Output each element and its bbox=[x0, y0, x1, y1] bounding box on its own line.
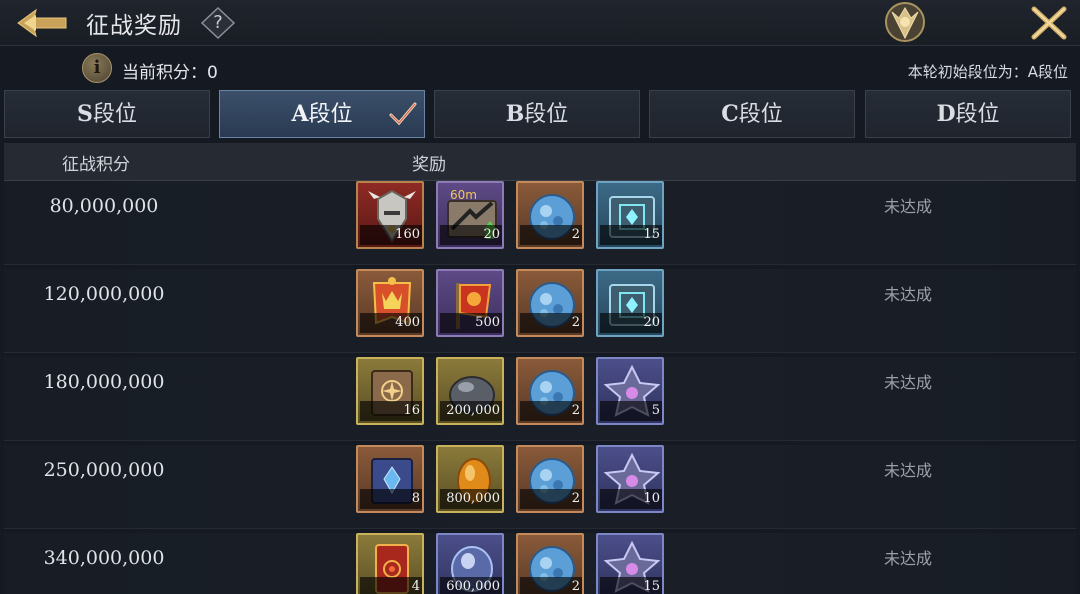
table-row: 180,000,000 16 200,000 2 5 未达成 bbox=[4, 357, 1076, 441]
page-title: 征战奖励 bbox=[86, 13, 182, 39]
reward-quantity: 20 bbox=[600, 313, 662, 333]
tab-letter: D bbox=[936, 101, 956, 127]
tab-suffix: 段位 bbox=[524, 102, 569, 127]
close-button[interactable] bbox=[1028, 3, 1070, 43]
reward-item[interactable]: 2 bbox=[516, 357, 584, 425]
reward-item[interactable]: 160 bbox=[356, 181, 424, 249]
tab-rank-b[interactable]: B段位 bbox=[434, 90, 640, 138]
reward-quantity: 4 bbox=[360, 577, 422, 594]
reward-items: 16 200,000 2 5 bbox=[356, 357, 676, 427]
column-rewards: 奖励 bbox=[412, 155, 446, 175]
column-points: 征战积分 bbox=[62, 155, 130, 175]
reward-item[interactable]: 15 bbox=[596, 181, 664, 249]
tab-letter: B bbox=[505, 101, 525, 127]
help-button[interactable]: ? bbox=[200, 6, 236, 40]
reward-item[interactable]: 60m 20 bbox=[436, 181, 504, 249]
reward-quantity: 15 bbox=[600, 225, 662, 245]
reward-quantity: 10 bbox=[600, 489, 662, 509]
reward-item[interactable]: 400 bbox=[356, 269, 424, 337]
tab-suffix: 段位 bbox=[92, 102, 137, 127]
current-score: 当前积分：0 bbox=[122, 63, 218, 83]
tab-rank-s[interactable]: S段位 bbox=[4, 90, 210, 138]
reward-items: 8 800,000 2 10 bbox=[356, 445, 676, 515]
initial-rank-text: 本轮初始段位为：A段位 bbox=[907, 63, 1068, 81]
reward-quantity: 5 bbox=[600, 401, 662, 421]
reward-quantity: 200,000 bbox=[440, 401, 502, 421]
reward-items: 4 600,000 2 15 bbox=[356, 533, 676, 594]
table-header: 征战积分 奖励 bbox=[4, 143, 1076, 181]
help-label: ? bbox=[213, 12, 223, 33]
checkmark-icon bbox=[389, 102, 417, 126]
reward-quantity: 15 bbox=[600, 577, 662, 594]
row-points: 340,000,000 bbox=[43, 547, 165, 569]
reward-item[interactable]: 2 bbox=[516, 181, 584, 249]
table-row: 120,000,000 400 500 2 20 未达成 bbox=[4, 269, 1076, 353]
svg-text:60m: 60m bbox=[450, 188, 477, 202]
reward-item[interactable]: 200,000 bbox=[436, 357, 504, 425]
row-status: 未达成 bbox=[884, 285, 933, 304]
tab-rank-d[interactable]: D段位 bbox=[865, 90, 1071, 138]
top-bar: 征战奖励 ? bbox=[0, 0, 1080, 46]
reward-item[interactable]: 16 bbox=[356, 357, 424, 425]
back-arrow-icon[interactable] bbox=[14, 4, 70, 42]
row-points: 120,000,000 bbox=[43, 283, 165, 305]
tab-suffix: 段位 bbox=[738, 102, 783, 127]
reward-list[interactable]: 80,000,000 160 60m 20 2 15 未达成 120,000,000 400 50… bbox=[0, 181, 1080, 594]
info-icon[interactable]: i bbox=[82, 53, 112, 83]
reward-quantity: 2 bbox=[520, 313, 582, 333]
reward-item[interactable]: 4 bbox=[356, 533, 424, 594]
rank-tabs: S段位 A段位 B段位 C段位 D段位 bbox=[0, 90, 1080, 138]
reward-quantity: 500 bbox=[440, 313, 502, 333]
reward-quantity: 2 bbox=[520, 401, 582, 421]
reward-item[interactable]: 800,000 bbox=[436, 445, 504, 513]
reward-item[interactable]: 600,000 bbox=[436, 533, 504, 594]
reward-quantity: 8 bbox=[360, 489, 422, 509]
reward-item[interactable]: 2 bbox=[516, 269, 584, 337]
row-points: 180,000,000 bbox=[43, 371, 165, 393]
reward-item[interactable]: 500 bbox=[436, 269, 504, 337]
reward-quantity: 16 bbox=[360, 401, 422, 421]
close-icon bbox=[1031, 6, 1067, 40]
reward-item[interactable]: 20 bbox=[596, 269, 664, 337]
row-points: 80,000,000 bbox=[49, 195, 159, 217]
reward-quantity: 2 bbox=[520, 225, 582, 245]
tab-suffix: 段位 bbox=[308, 102, 353, 127]
reward-item[interactable]: 15 bbox=[596, 533, 664, 594]
reward-item[interactable]: 10 bbox=[596, 445, 664, 513]
table-row: 250,000,000 8 800,000 2 10 未达成 bbox=[4, 445, 1076, 529]
reward-quantity: 800,000 bbox=[440, 489, 502, 509]
tab-letter: S bbox=[77, 101, 93, 127]
row-status: 未达成 bbox=[884, 549, 933, 568]
row-points: 250,000,000 bbox=[43, 459, 165, 481]
reward-quantity: 400 bbox=[360, 313, 422, 333]
row-status: 未达成 bbox=[884, 197, 933, 216]
tab-rank-c[interactable]: C段位 bbox=[649, 90, 855, 138]
table-row: 340,000,000 4 600,000 2 15 未达成 bbox=[4, 533, 1076, 594]
reward-quantity: 20 bbox=[440, 225, 502, 245]
reward-item[interactable]: 8 bbox=[356, 445, 424, 513]
reward-quantity: 160 bbox=[360, 225, 422, 245]
row-status: 未达成 bbox=[884, 373, 933, 392]
table-row: 80,000,000 160 60m 20 2 15 未达成 bbox=[4, 181, 1076, 265]
reward-item[interactable]: 2 bbox=[516, 445, 584, 513]
tab-rank-a[interactable]: A段位 bbox=[219, 90, 425, 138]
tab-letter: A bbox=[291, 101, 309, 127]
reward-items: 400 500 2 20 bbox=[356, 269, 676, 339]
row-status: 未达成 bbox=[884, 461, 933, 480]
rank-emblem-icon[interactable] bbox=[880, 0, 930, 44]
tab-suffix: 段位 bbox=[955, 102, 1000, 127]
reward-item[interactable]: 2 bbox=[516, 533, 584, 594]
reward-quantity: 2 bbox=[520, 577, 582, 594]
tab-letter: C bbox=[721, 101, 739, 127]
reward-quantity: 600,000 bbox=[440, 577, 502, 594]
reward-item[interactable]: 5 bbox=[596, 357, 664, 425]
reward-quantity: 2 bbox=[520, 489, 582, 509]
reward-items: 160 60m 20 2 15 bbox=[356, 181, 676, 251]
